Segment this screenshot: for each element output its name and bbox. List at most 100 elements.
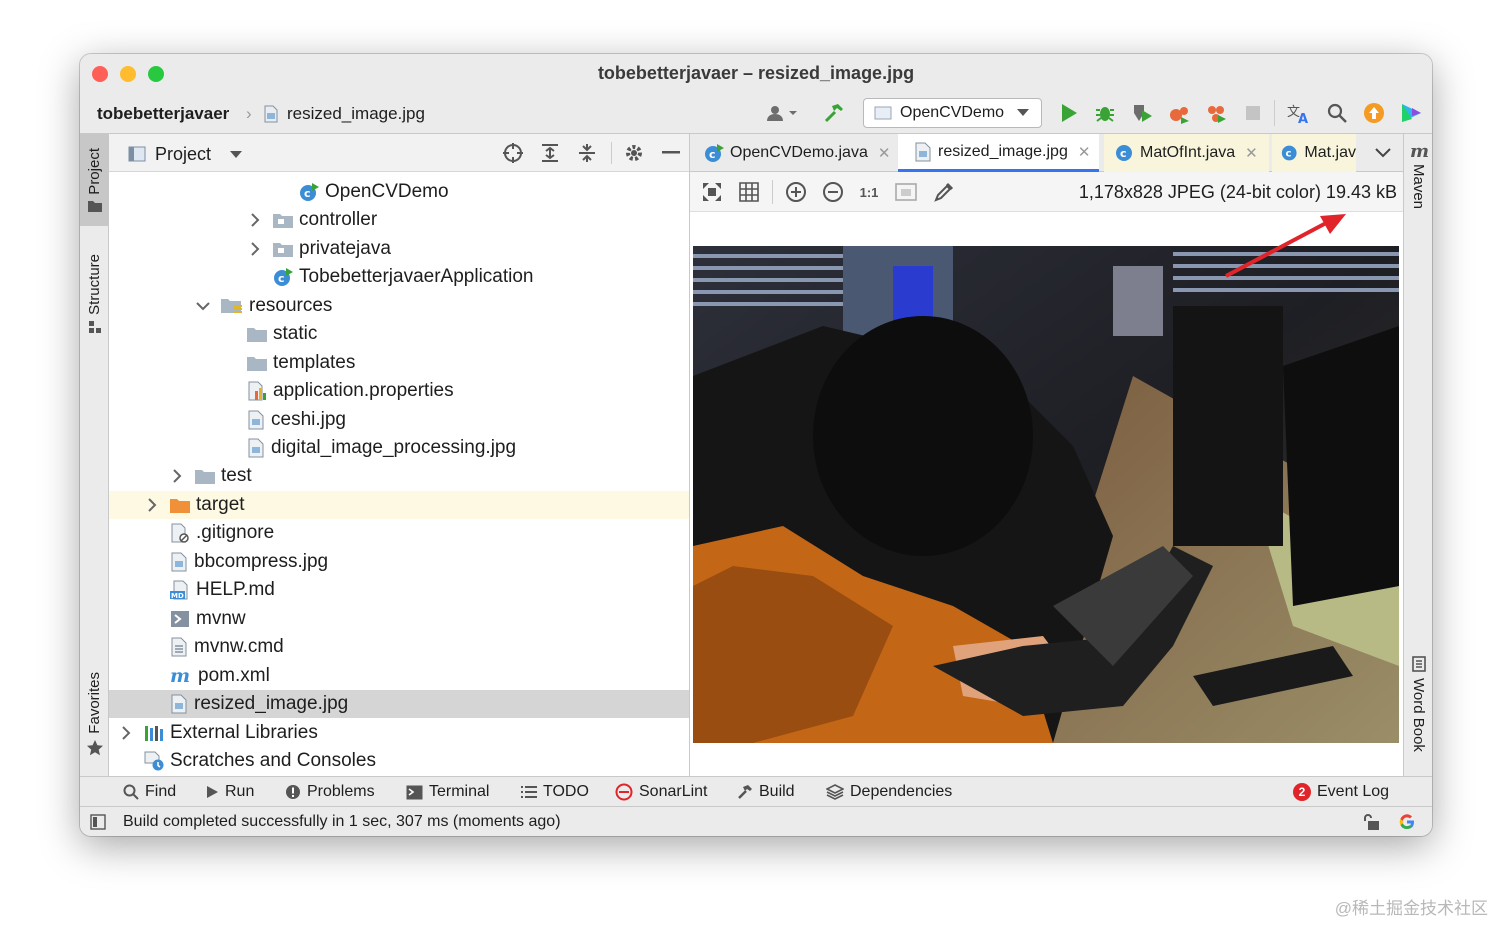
terminal-icon (406, 785, 423, 799)
tree-item-label: templates (273, 352, 356, 373)
chevron-down-icon[interactable] (1375, 148, 1391, 158)
tool-tab-maven[interactable]: m Maven (1404, 142, 1432, 209)
tab-mat-java[interactable]: c Mat.jav (1272, 134, 1356, 172)
toolbar-divider (772, 180, 773, 204)
tree-item-label: mvnw (196, 608, 246, 629)
tree-item-target[interactable]: target (109, 491, 689, 519)
tree-item-label: resources (249, 295, 333, 316)
tool-dependencies[interactable]: Dependencies (826, 783, 952, 801)
tool-sonarlint[interactable]: SonarLint (615, 783, 708, 801)
tree-item-controller[interactable]: controller (109, 206, 689, 234)
breadcrumb-file[interactable]: resized_image.jpg (287, 104, 425, 124)
tree-item-external-libraries[interactable]: External Libraries (109, 719, 689, 747)
gear-icon[interactable] (624, 143, 644, 163)
close-tab-icon[interactable]: ✕ (1078, 143, 1091, 161)
tree-item-mvnw[interactable]: mvnw (109, 605, 689, 633)
close-tab-icon[interactable]: ✕ (878, 144, 891, 162)
zoom-in-icon[interactable] (784, 180, 808, 204)
tree-item-gitignore[interactable]: .gitignore (109, 519, 689, 547)
image-file-icon (171, 552, 187, 572)
profile-icon[interactable] (1167, 101, 1191, 125)
libraries-icon (145, 726, 163, 741)
run-icon[interactable] (1057, 101, 1081, 125)
tool-terminal[interactable]: Terminal (406, 783, 489, 801)
image-file-icon (915, 142, 931, 161)
tree-item-application-properties[interactable]: application.properties (109, 377, 689, 405)
close-tab-icon[interactable]: ✕ (1245, 144, 1258, 162)
tree-item-ceshi-jpg[interactable]: ceshi.jpg (109, 406, 689, 434)
tree-item-privatejava[interactable]: privatejava (109, 235, 689, 263)
collapse-all-icon[interactable] (577, 143, 597, 163)
tab-matofint-java[interactable]: c MatOfInt.java ✕ (1104, 134, 1269, 172)
coverage-icon[interactable] (1130, 101, 1154, 125)
user-dropdown-icon[interactable] (764, 101, 800, 125)
tree-item-label: application.properties (273, 380, 454, 401)
tree-item-bbcompress-jpg[interactable]: bbcompress.jpg (109, 548, 689, 576)
update-icon[interactable] (1362, 101, 1386, 125)
chevron-right-icon[interactable] (248, 242, 262, 256)
tree-item-scratches-and-consoles[interactable]: Scratches and Consoles (109, 747, 689, 775)
tab-resized-image-jpg[interactable]: resized_image.jpg ✕ (898, 134, 1099, 172)
locate-file-icon[interactable] (503, 143, 523, 163)
tree-item-static[interactable]: static (109, 320, 689, 348)
toggle-tool-windows-icon[interactable] (90, 814, 106, 830)
chevron-down-icon (1017, 109, 1029, 116)
grid-icon[interactable] (737, 180, 761, 204)
chevron-right-icon[interactable] (119, 726, 133, 740)
tool-tab-favorites[interactable]: Favorites (80, 664, 109, 764)
tool-label: Problems (307, 783, 375, 800)
zoom-out-icon[interactable] (821, 180, 845, 204)
tool-find[interactable]: Find (123, 783, 176, 801)
tree-item-templates[interactable]: templates (109, 349, 689, 377)
actual-size-icon[interactable]: 1:1 (857, 180, 881, 204)
tree-item-resized-image-jpg[interactable]: resized_image.jpg (109, 690, 689, 718)
jetbrains-toolbox-icon[interactable] (1399, 101, 1423, 125)
color-picker-icon[interactable] (932, 180, 956, 204)
navigation-bar: tobebetterjavaer › resized_image.jpg Ope… (80, 92, 1432, 134)
tree-item-label: target (196, 494, 245, 515)
hide-panel-icon[interactable] (662, 151, 680, 155)
google-icon[interactable] (1398, 813, 1416, 831)
tool-run[interactable]: Run (205, 783, 254, 801)
chevron-right-icon[interactable] (145, 498, 159, 512)
tree-item-mvnw-cmd[interactable]: mvnw.cmd (109, 633, 689, 661)
search-icon[interactable] (1325, 101, 1349, 125)
breadcrumb-project[interactable]: tobebetterjavaer (97, 104, 229, 124)
stop-icon[interactable] (1241, 101, 1265, 125)
tree-item-label: pom.xml (198, 665, 270, 686)
watermark: @稀土掘金技术社区 (1334, 899, 1488, 918)
fit-zoom-icon[interactable] (700, 180, 724, 204)
tool-tab-word-book[interactable]: Word Book (1404, 656, 1432, 752)
image-file-icon (248, 438, 264, 458)
tool-event-log[interactable]: 2 Event Log (1293, 783, 1389, 801)
package-icon (273, 243, 293, 257)
tree-item-opencvdemo[interactable]: c OpenCVDemo (109, 178, 689, 206)
tree-item-pom-xml[interactable]: m pom.xml (109, 662, 689, 690)
tree-item-resources[interactable]: resources (109, 292, 689, 320)
project-view-title[interactable]: Project (155, 144, 211, 165)
tree-item-test[interactable]: test (109, 462, 689, 490)
expand-all-icon[interactable] (540, 143, 560, 163)
lock-icon[interactable] (1362, 813, 1380, 831)
chevron-right-icon[interactable] (170, 469, 184, 483)
resources-folder-icon (221, 299, 242, 313)
tree-item-help-md[interactable]: MD HELP.md (109, 576, 689, 604)
run-configuration-dropdown[interactable]: OpenCVDemo (863, 98, 1042, 128)
chevron-right-icon[interactable] (248, 213, 262, 227)
tool-build[interactable]: Build (737, 783, 795, 801)
run-anything-icon[interactable] (1204, 101, 1228, 125)
tool-todo[interactable]: TODO (521, 783, 589, 801)
tree-item-tobebetterjavaerapplication[interactable]: c TobebetterjavaerApplication (109, 263, 689, 291)
tab-opencvdemo-java[interactable]: c OpenCVDemo.java ✕ (704, 134, 890, 172)
chevron-down-icon[interactable] (230, 151, 242, 159)
background-toggle-icon[interactable] (894, 180, 918, 204)
tree-item-digital-image-processing-jpg[interactable]: digital_image_processing.jpg (109, 434, 689, 462)
translate-icon[interactable]: 文A (1287, 101, 1311, 125)
build-hammer-icon[interactable] (822, 101, 846, 125)
chevron-down-icon[interactable] (196, 299, 210, 313)
tool-tab-structure[interactable]: Structure (80, 244, 109, 344)
tool-tab-project[interactable]: Project (80, 134, 109, 226)
debug-icon[interactable] (1093, 101, 1117, 125)
tool-label: Find (145, 783, 177, 800)
tool-problems[interactable]: Problems (285, 783, 375, 801)
